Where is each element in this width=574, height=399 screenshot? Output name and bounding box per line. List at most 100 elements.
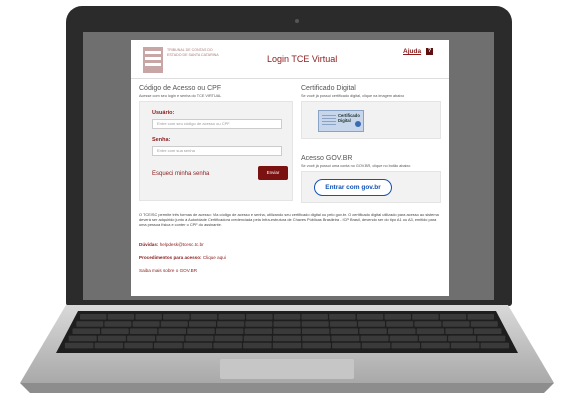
keyboard-key: [359, 328, 387, 334]
keyboard-key: [414, 321, 442, 327]
access-section-subtitle: Acesse com seu login e senha do TCE VIRT…: [139, 94, 222, 98]
keyboard-key: [104, 321, 132, 327]
procedures-link[interactable]: Clique aqui: [203, 255, 226, 260]
keyboard-key: [272, 342, 302, 349]
govbr-section-title: Acesso GOV.BR: [301, 155, 353, 162]
keyboard-key: [124, 342, 153, 349]
keyboard-key: [94, 342, 124, 349]
keyboard-key: [132, 321, 160, 327]
password-input[interactable]: Entre com sua senha: [152, 146, 282, 156]
keyboard-key: [301, 314, 328, 320]
keyboard-key: [386, 321, 414, 327]
govbr-login-button[interactable]: Entrar com gov.br: [314, 179, 392, 196]
seal-icon: [355, 121, 361, 127]
keyboard-key: [158, 328, 186, 334]
keyboard-key: [163, 314, 190, 320]
certificate-section-subtitle: Se você já possui certificado digital, c…: [301, 94, 405, 98]
certificate-section-title: Certificado Digital: [301, 85, 356, 92]
login-header: TRIBUNAL DE CONTAS DO ESTADO DE SANTA CA…: [131, 40, 449, 79]
certificate-button[interactable]: Certificado Digital: [318, 110, 364, 132]
doubts-label: Dúvidas:: [139, 242, 159, 247]
keyboard-key: [80, 314, 107, 320]
keyboard-key: [480, 342, 510, 349]
keyboard-key: [68, 335, 97, 342]
keyboard-key: [450, 342, 480, 349]
doubts-line: Dúvidas: helpdesk@tcesc.tc.br: [139, 242, 204, 247]
password-label: Senha:: [152, 137, 171, 143]
keyboard-key: [246, 314, 273, 320]
govbr-info-link[interactable]: Saiba mais sobre o GOV.BR: [139, 268, 197, 273]
keyboard-key: [418, 335, 447, 342]
access-section-title: Código de Acesso ou CPF: [139, 85, 222, 92]
keyboard-key: [245, 321, 273, 327]
keyboard-key: [129, 328, 158, 334]
page-title: Login TCE Virtual: [267, 54, 338, 64]
logo-text: TRIBUNAL DE CONTAS DO ESTADO DE SANTA CA…: [167, 48, 219, 57]
keyboard-key: [243, 335, 272, 342]
webcam-icon: [295, 19, 299, 23]
keyboard-key: [330, 328, 359, 334]
keyboard-key: [273, 321, 301, 327]
keyboard-key: [160, 321, 188, 327]
keyboard-key: [384, 314, 411, 320]
keyboard-key: [156, 335, 185, 342]
keyboard-key: [101, 328, 129, 334]
keyboard-key: [445, 328, 473, 334]
keyboard-key: [187, 328, 215, 334]
keyboard-key: [183, 342, 213, 349]
access-info-text: O TCE/SC permite três formas de acesso: …: [139, 212, 439, 228]
certificate-icon: [322, 115, 336, 127]
keyboard-key: [331, 335, 360, 342]
keyboard-key: [185, 335, 214, 342]
keyboard-key: [72, 328, 100, 334]
keyboard-key: [190, 314, 218, 320]
trackpad: [220, 359, 354, 379]
user-input[interactable]: Entre com seu código de acesso ou CPF: [152, 119, 282, 129]
send-button[interactable]: Enviar: [258, 166, 288, 180]
keyboard-key: [356, 314, 384, 320]
keyboard-key: [189, 321, 216, 327]
keyboard-key: [273, 314, 301, 320]
keyboard-key: [301, 328, 330, 334]
keyboard-key: [214, 335, 243, 342]
keyboard-key: [273, 328, 301, 334]
help-icon[interactable]: ?: [426, 48, 433, 55]
keyboard-key: [391, 342, 420, 349]
keyboard-key: [127, 335, 156, 342]
helpdesk-email-link[interactable]: helpdesk@tcesc.tc.br: [160, 242, 204, 247]
procedures-label: Procedimentos para acesso:: [139, 255, 202, 260]
laptop-screen: TRIBUNAL DE CONTAS DO ESTADO DE SANTA CA…: [83, 32, 494, 300]
help-link[interactable]: Ajuda: [403, 48, 421, 55]
keyboard-key: [448, 335, 477, 342]
keyboard-key: [474, 328, 502, 334]
keyboard-key: [361, 342, 391, 349]
keyboard-key: [135, 314, 162, 320]
keyboard-key: [243, 342, 272, 349]
certificate-panel: Certificado Digital: [301, 101, 441, 139]
keyboard-key: [467, 314, 494, 320]
keyboard-key: [76, 321, 104, 327]
keyboard-key: [439, 314, 467, 320]
keyboard-key: [302, 342, 331, 349]
keyboard-key: [301, 321, 329, 327]
keyboard-keys: [64, 314, 510, 349]
laptop-keyboard-base: [20, 305, 554, 393]
keyboard-key: [421, 342, 450, 349]
keyboard-key: [442, 321, 470, 327]
keyboard-key: [358, 321, 385, 327]
login-form-panel: Usuário: Entre com seu código de acesso …: [139, 101, 293, 201]
procedures-line: Procedimentos para acesso: Clique aqui: [139, 255, 226, 260]
keyboard-key: [332, 342, 361, 349]
keyboard-key: [218, 314, 245, 320]
user-label: Usuário:: [152, 110, 175, 116]
forgot-password-link[interactable]: Esqueci minha senha: [152, 171, 209, 177]
keyboard-key: [215, 328, 244, 334]
keyboard-key: [477, 335, 506, 342]
govbr-panel: Entrar com gov.br: [301, 171, 441, 203]
keyboard-key: [329, 314, 356, 320]
keyboard-key: [360, 335, 389, 342]
login-card: TRIBUNAL DE CONTAS DO ESTADO DE SANTA CA…: [131, 40, 449, 296]
keyboard-key: [273, 335, 301, 342]
keyboard-key: [107, 314, 135, 320]
keyboard-key: [154, 342, 183, 349]
